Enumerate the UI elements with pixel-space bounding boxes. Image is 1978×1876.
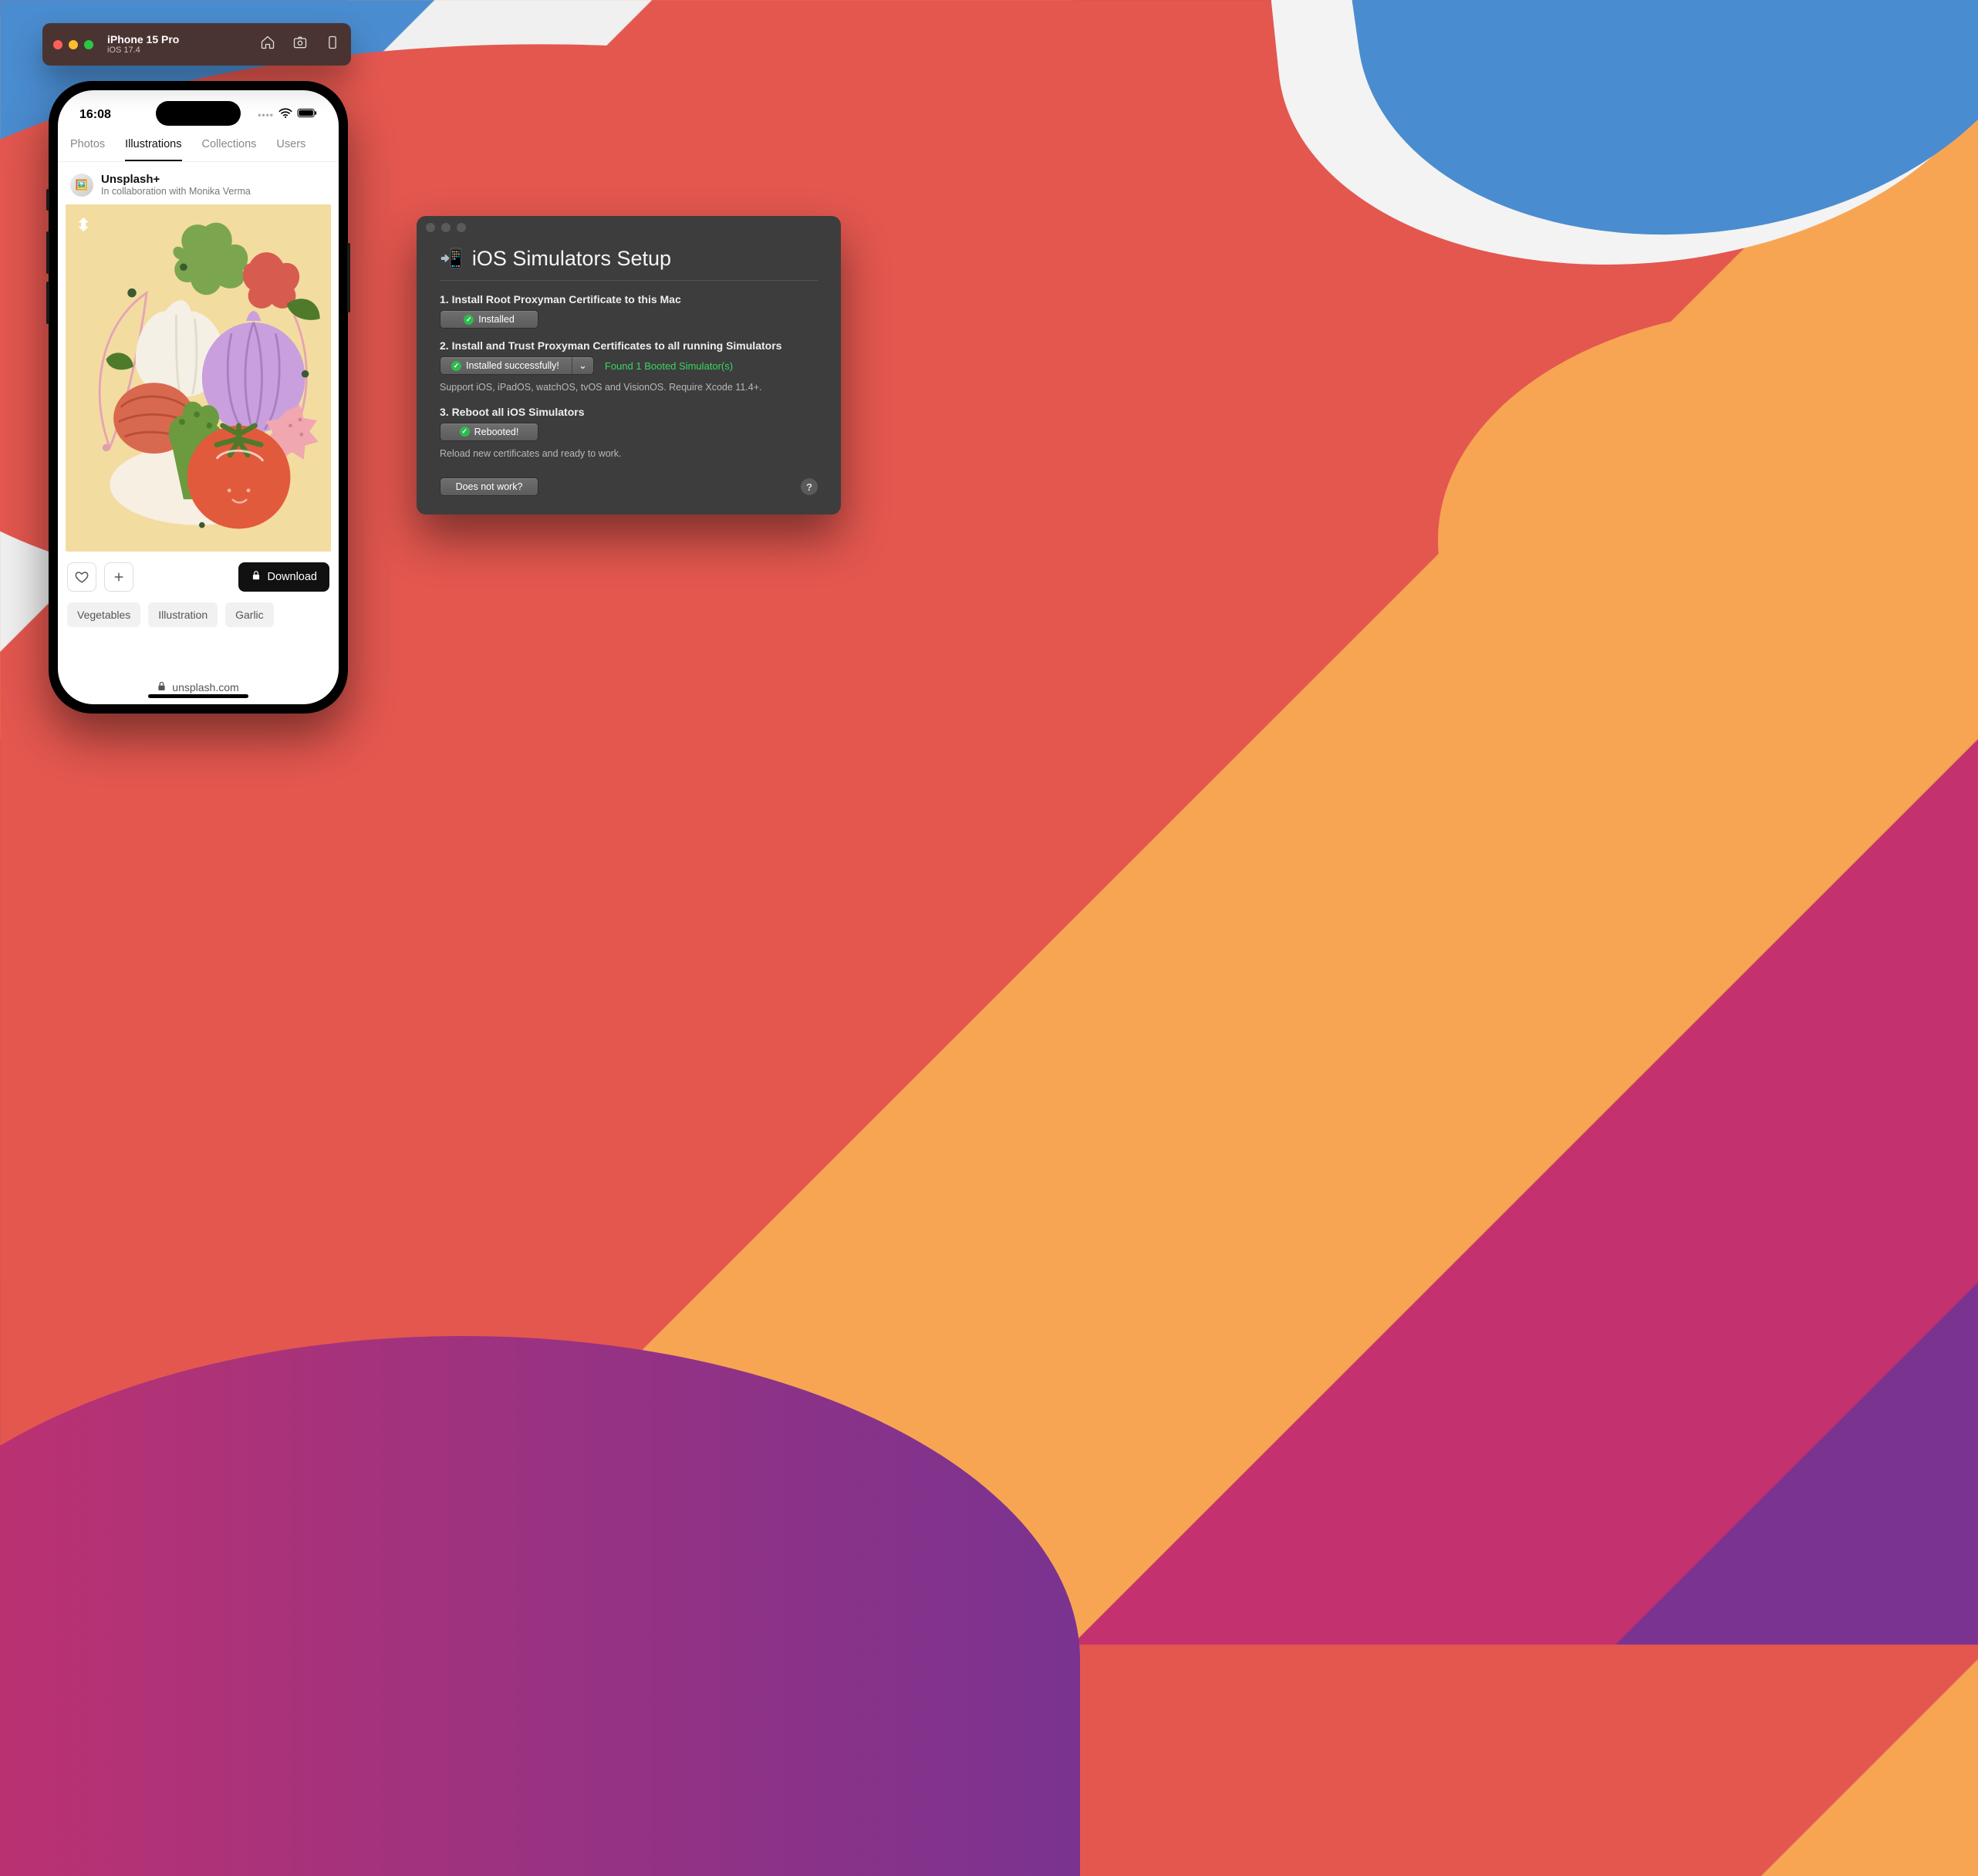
silence-switch[interactable] [46,189,49,211]
wifi-icon [278,108,292,123]
fullscreen-window-button[interactable] [457,223,466,232]
install-cert-button[interactable]: Installed [440,310,538,329]
close-window-button[interactable] [53,40,62,49]
does-not-work-button[interactable]: Does not work? [440,477,538,496]
battery-icon [297,108,317,122]
reboot-button[interactable]: Rebooted! [440,423,538,441]
check-icon [460,427,470,437]
status-badge: Rebooted! [474,427,519,437]
step-3-label: 3. Reboot all iOS Simulators [440,406,818,418]
author-row[interactable]: Unsplash+ In collaboration with Monika V… [58,162,339,204]
tab-users[interactable]: Users [276,138,305,161]
home-indicator[interactable] [148,694,248,698]
chevron-down-icon[interactable] [572,357,593,374]
help-button[interactable]: ? [801,478,818,495]
check-icon [464,315,474,325]
status-time: 16:08 [79,108,111,122]
screenshot-icon[interactable] [292,35,308,54]
tab-photos[interactable]: Photos [70,138,105,161]
author-name: Unsplash+ [101,173,251,186]
simulator-title: iPhone 15 Pro iOS 17.4 [107,33,179,56]
minimize-window-button[interactable] [69,40,78,49]
check-icon [451,361,461,371]
dynamic-island [156,101,241,126]
download-button[interactable]: Download [238,562,330,592]
category-tabs: Photos Illustrations Collections Users [58,129,339,162]
proxyman-window[interactable]: 📲 iOS Simulators Setup 1. Install Root P… [417,216,841,515]
status-badge: Installed [478,314,515,325]
volume-down-button[interactable] [46,282,49,324]
url-text: unsplash.com [172,681,238,693]
safari-url-bar[interactable]: unsplash.com [58,670,339,704]
step-3-note: Reload new certificates and ready to wor… [440,447,818,461]
add-button[interactable] [104,562,133,592]
step-1-label: 1. Install Root Proxyman Certificate to … [440,293,818,305]
like-button[interactable] [67,562,96,592]
tab-illustrations[interactable]: Illustrations [125,138,181,161]
lock-icon [157,681,166,693]
step-2-note: Support iOS, iPadOS, watchOS, tvOS and V… [440,381,818,395]
vegetable-illustration [66,204,331,536]
rotate-icon[interactable] [325,35,340,54]
avatar[interactable] [70,174,93,197]
home-icon[interactable] [260,35,275,54]
tag-garlic[interactable]: Garlic [225,602,274,627]
iphone-frame: 16:08 •••• Photos Illustrations Collecti… [49,81,348,714]
fullscreen-window-button[interactable] [84,40,93,49]
proxyman-titlebar[interactable] [417,216,841,239]
close-window-button[interactable] [426,223,435,232]
page-title: 📲 iOS Simulators Setup [440,247,818,281]
author-collab: In collaboration with Monika Verma [101,186,251,197]
install-sim-cert-button[interactable]: Installed successfully! [440,356,594,375]
tag-illustration[interactable]: Illustration [148,602,218,627]
device-os: iOS 17.4 [107,46,179,56]
window-traffic-lights[interactable] [53,40,93,49]
iphone-screen: 16:08 •••• Photos Illustrations Collecti… [58,90,339,704]
tab-collections[interactable]: Collections [202,138,257,161]
found-simulators-text: Found 1 Booted Simulator(s) [605,360,733,372]
power-button[interactable] [347,243,350,312]
tag-row: Vegetables Illustration Garlic [58,598,339,638]
status-badge: Installed successfully! [466,360,559,371]
action-row: Download [58,552,339,598]
tag-vegetables[interactable]: Vegetables [67,602,140,627]
lock-icon [251,570,262,584]
cellular-dots-icon: •••• [258,110,274,120]
volume-up-button[interactable] [46,231,49,274]
minimize-window-button[interactable] [441,223,451,232]
phone-emoji-icon: 📲 [440,248,463,270]
step-2-label: 2. Install and Trust Proxyman Certificat… [440,339,818,352]
download-label: Download [268,571,318,583]
simulator-titlebar[interactable]: iPhone 15 Pro iOS 17.4 [42,23,351,66]
illustration-image[interactable]: ⬍ [66,204,331,552]
device-name: iPhone 15 Pro [107,33,179,46]
